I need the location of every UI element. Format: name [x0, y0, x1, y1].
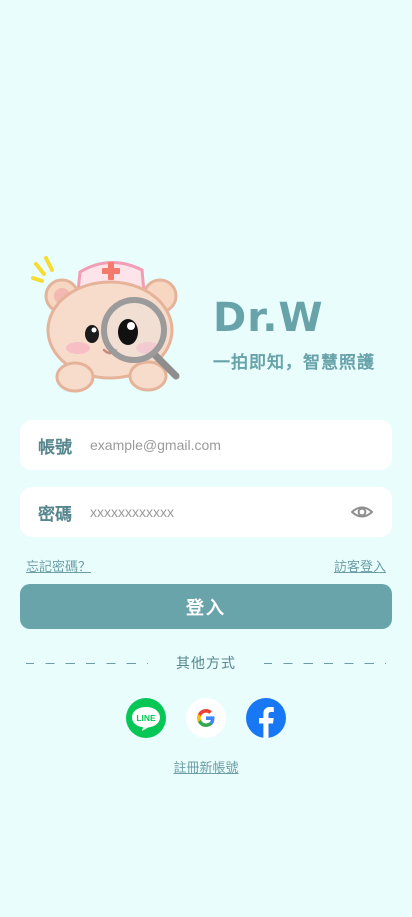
- app-title: Dr.W: [213, 295, 324, 341]
- divider-line-left: [26, 662, 148, 664]
- register-link[interactable]: 註冊新帳號: [173, 761, 238, 776]
- other-methods-label: 其他方式: [176, 656, 236, 672]
- app-slogan: 一拍即知，智慧照護: [213, 353, 375, 373]
- forgot-password-link[interactable]: 忘記密碼？: [26, 556, 91, 575]
- svg-text:LINE: LINE: [136, 713, 156, 723]
- password-label: 密碼: [38, 504, 72, 525]
- password-field[interactable]: 密碼: [20, 487, 392, 537]
- brand: Dr.W 一拍即知，智慧照護: [213, 294, 375, 373]
- google-icon[interactable]: [186, 698, 226, 738]
- register-container: 註冊新帳號: [0, 757, 412, 776]
- account-input[interactable]: [88, 436, 374, 454]
- divider-line-right: [264, 662, 386, 664]
- guest-login-link[interactable]: 訪客登入: [334, 556, 386, 575]
- account-field[interactable]: 帳號: [20, 420, 392, 470]
- eye-icon[interactable]: [350, 500, 374, 524]
- hero: Dr.W 一拍即知，智慧照護: [30, 252, 390, 402]
- account-label: 帳號: [38, 437, 72, 458]
- other-methods-divider: 其他方式: [26, 653, 386, 673]
- facebook-icon[interactable]: [246, 698, 286, 738]
- login-button[interactable]: 登入: [20, 584, 392, 629]
- hamster-nurse-mascot: [31, 256, 180, 393]
- password-input[interactable]: [88, 503, 350, 521]
- line-icon[interactable]: LINE: [126, 698, 166, 738]
